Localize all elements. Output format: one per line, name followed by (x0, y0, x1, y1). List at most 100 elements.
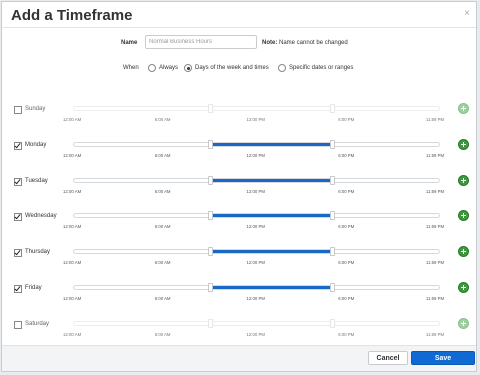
time-tick-label: 6:00 PM (338, 117, 355, 122)
time-tick-label: 6:00 AM (154, 224, 171, 230)
time-range-slider[interactable] (73, 139, 440, 149)
radio-always[interactable]: Always (148, 63, 178, 73)
time-tick-label: 6:00 PM (338, 188, 355, 194)
range-start-handle[interactable] (208, 211, 214, 221)
time-tick-label: 12:00 AM (63, 224, 82, 230)
plus-circle-icon[interactable] (458, 246, 469, 258)
range-end-handle[interactable] (329, 283, 335, 292)
radio-circle[interactable] (278, 64, 286, 72)
time-range-slider[interactable] (73, 104, 440, 113)
range-start-handle[interactable] (208, 283, 214, 292)
day-row-wednesday: Wednesday 12:00 AM 6:00 AM 12:00 PM 6:00 PM 1… (2, 209, 476, 239)
range-start-handle[interactable] (208, 318, 214, 328)
day-label: Thursday (25, 249, 51, 256)
range-start-handle[interactable] (208, 175, 214, 185)
name-label: Name (121, 40, 138, 46)
time-tick-label: 12:00 PM (246, 331, 265, 337)
day-checkbox[interactable] (14, 213, 22, 222)
radio-label: Always (159, 65, 179, 71)
day-label: Wednesday (25, 213, 57, 220)
day-label: Friday (25, 285, 42, 291)
time-tick-label: 12:00 AM (63, 152, 82, 158)
selected-time-range (210, 178, 333, 182)
day-row-thursday: Thursday 12:00 AM 6:00 AM 12:00 PM 6:00 PM 11… (2, 245, 476, 275)
time-tick-label: 12:00 PM (246, 224, 265, 230)
plus-circle-icon[interactable] (458, 282, 469, 293)
range-start-handle[interactable] (208, 247, 214, 257)
range-end-handle[interactable] (329, 318, 335, 328)
range-start-handle[interactable] (208, 104, 214, 113)
time-tick-label: 6:00 PM (338, 331, 355, 337)
selected-time-range (210, 142, 333, 146)
range-end-handle[interactable] (329, 211, 335, 221)
time-tick-label: 11:59 PM (426, 152, 445, 158)
day-row-tuesday: Tuesday 12:00 AM 6:00 AM 12:00 PM 6:00 PM 11:… (2, 174, 476, 204)
radio-label: Specific dates or ranges (289, 65, 354, 71)
radio-label: Days of the week and times (195, 65, 269, 71)
day-checkbox[interactable] (14, 249, 22, 258)
time-tick-label: 12:00 AM (63, 331, 82, 337)
range-end-handle[interactable] (329, 104, 335, 113)
time-tick-label: 11:59 PM (426, 224, 445, 230)
range-end-handle[interactable] (329, 247, 335, 257)
day-checkbox[interactable] (14, 285, 22, 293)
time-tick-label: 11:59 PM (426, 117, 445, 122)
time-tick-label: 12:00 AM (63, 188, 82, 194)
cancel-button[interactable]: Cancel (368, 351, 408, 365)
note-bold: Note: (262, 40, 278, 46)
time-tick-label: 12:00 PM (246, 188, 265, 194)
radio-circle[interactable] (184, 64, 192, 72)
time-range-slider[interactable] (73, 175, 440, 185)
time-tick-label: 12:00 PM (246, 296, 265, 301)
time-tick-label: 12:00 PM (246, 260, 265, 266)
plus-circle-icon[interactable] (458, 103, 469, 114)
save-button[interactable]: Save (411, 351, 475, 365)
time-tick-label: 11:59 PM (426, 296, 445, 301)
day-label: Monday (25, 141, 47, 148)
day-label: Saturday (25, 320, 50, 327)
time-tick-label: 12:00 PM (246, 152, 265, 158)
radio-circle[interactable] (148, 64, 156, 72)
plus-circle-icon[interactable] (458, 210, 469, 222)
day-label: Tuesday (25, 177, 48, 184)
day-checkbox[interactable] (14, 177, 22, 186)
range-start-handle[interactable] (208, 139, 214, 149)
time-range-slider[interactable] (73, 211, 440, 221)
plus-circle-icon[interactable] (458, 317, 469, 329)
day-checkbox[interactable] (14, 106, 22, 114)
day-row-monday: Monday 12:00 AM 6:00 AM 12:00 PM 6:00 PM 11:5… (2, 138, 476, 168)
radio-days-of-week[interactable]: Days of the week and times (184, 63, 269, 73)
time-tick-label: 12:00 PM (246, 117, 265, 122)
selected-time-range (210, 286, 333, 289)
time-tick-label: 12:00 AM (63, 260, 82, 266)
name-note: Note: Name cannot be changed (262, 40, 348, 46)
time-tick-label: 11:59 PM (426, 260, 445, 266)
note-text: Name cannot be changed (277, 40, 348, 46)
add-timeframe-dialog: Add a Timeframe × Name Note: Name cannot… (1, 1, 477, 372)
close-icon[interactable]: × (464, 8, 470, 19)
time-tick-label: 6:00 PM (338, 260, 355, 266)
name-input[interactable] (145, 35, 257, 49)
time-range-slider[interactable] (73, 318, 440, 328)
range-end-handle[interactable] (329, 175, 335, 185)
time-tick-label: 11:59 PM (426, 331, 445, 337)
time-tick-label: 6:00 AM (154, 117, 171, 122)
plus-circle-icon[interactable] (458, 174, 469, 186)
time-tick-label: 6:00 PM (338, 152, 355, 158)
plus-circle-icon[interactable] (458, 138, 469, 150)
time-tick-label: 6:00 AM (154, 296, 171, 301)
time-tick-label: 6:00 AM (154, 331, 171, 337)
time-tick-label: 6:00 PM (338, 296, 355, 301)
when-label: When (123, 65, 139, 71)
radio-specific-dates[interactable]: Specific dates or ranges (278, 63, 353, 73)
dialog-footer: Cancel Save (2, 345, 476, 371)
time-tick-label: 12:00 AM (63, 117, 82, 122)
day-checkbox[interactable] (14, 320, 22, 329)
range-end-handle[interactable] (329, 139, 335, 149)
time-range-slider[interactable] (73, 247, 440, 257)
day-row-saturday: Saturday 12:00 AM 6:00 AM 12:00 PM 6:00 PM 11… (2, 317, 476, 347)
day-checkbox[interactable] (14, 141, 22, 150)
time-tick-label: 11:59 PM (426, 188, 445, 194)
day-label: Sunday (25, 106, 46, 112)
time-range-slider[interactable] (73, 283, 440, 292)
